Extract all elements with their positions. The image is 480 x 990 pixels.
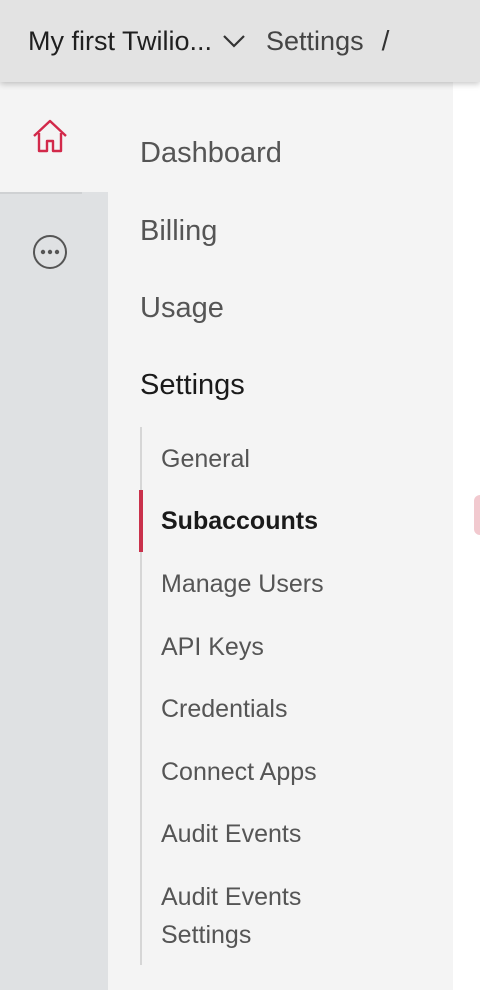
account-switcher[interactable]: My first Twilio... xyxy=(28,26,246,57)
subnav-item-manage-users[interactable]: Manage Users xyxy=(161,565,324,603)
sidebar-item-usage[interactable]: Usage xyxy=(140,292,224,325)
sidebar-item-billing[interactable]: Billing xyxy=(140,215,217,248)
partial-accent-element xyxy=(474,495,480,535)
subnav-item-general[interactable]: General xyxy=(161,440,250,478)
active-indicator xyxy=(139,490,143,552)
subnav-item-connect-apps[interactable]: Connect Apps xyxy=(161,753,317,791)
rail-divider xyxy=(0,192,82,194)
home-icon[interactable] xyxy=(28,114,72,158)
icon-rail xyxy=(0,82,108,990)
breadcrumb-settings[interactable]: Settings xyxy=(266,26,364,57)
breadcrumb-separator: / xyxy=(381,25,390,56)
sidebar-nav: Dashboard Billing Usage Settings General… xyxy=(108,82,453,990)
subnav-item-audit-events[interactable]: Audit Events xyxy=(161,815,301,853)
sidebar-item-dashboard[interactable]: Dashboard xyxy=(140,137,282,170)
chevron-down-icon xyxy=(222,33,246,49)
main-content xyxy=(453,82,480,990)
top-bar: My first Twilio... Settings / xyxy=(0,0,480,82)
subnav-item-subaccounts[interactable]: Subaccounts xyxy=(161,502,318,540)
sidebar-item-settings[interactable]: Settings xyxy=(140,369,245,402)
subnav-item-credentials[interactable]: Credentials xyxy=(161,690,287,728)
more-icon[interactable] xyxy=(28,230,72,274)
account-name: My first Twilio... xyxy=(28,25,213,56)
subnav-item-api-keys[interactable]: API Keys xyxy=(161,628,264,666)
subnav-item-audit-events-settings[interactable]: Audit Events Settings xyxy=(161,878,301,954)
